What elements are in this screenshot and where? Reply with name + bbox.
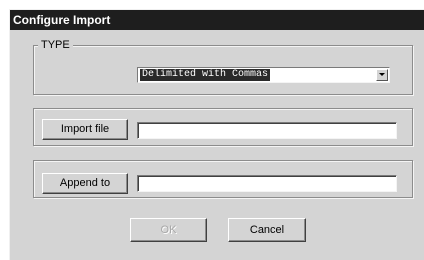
append-to-button-label: Append to [59,177,111,189]
import-file-button-label: Import file [60,123,110,135]
ok-button[interactable]: OK [130,218,207,242]
cancel-button[interactable]: Cancel [228,218,306,242]
append-to-input[interactable] [137,175,397,192]
cancel-button-label: Cancel [249,224,285,236]
import-file-button[interactable]: Import file [42,119,128,140]
ok-button-label: OK [160,224,177,236]
type-group-legend: TYPE [38,38,73,52]
window-title: Configure Import [10,10,424,30]
import-file-input[interactable] [137,122,397,139]
type-select[interactable]: Delimited with Commas [137,67,390,83]
type-select-value: Delimited with Commas [140,69,271,81]
chevron-down-icon[interactable] [376,69,388,81]
append-to-button[interactable]: Append to [42,173,128,194]
configure-import-dialog: Configure Import TYPE Delimited with Com… [9,9,424,260]
